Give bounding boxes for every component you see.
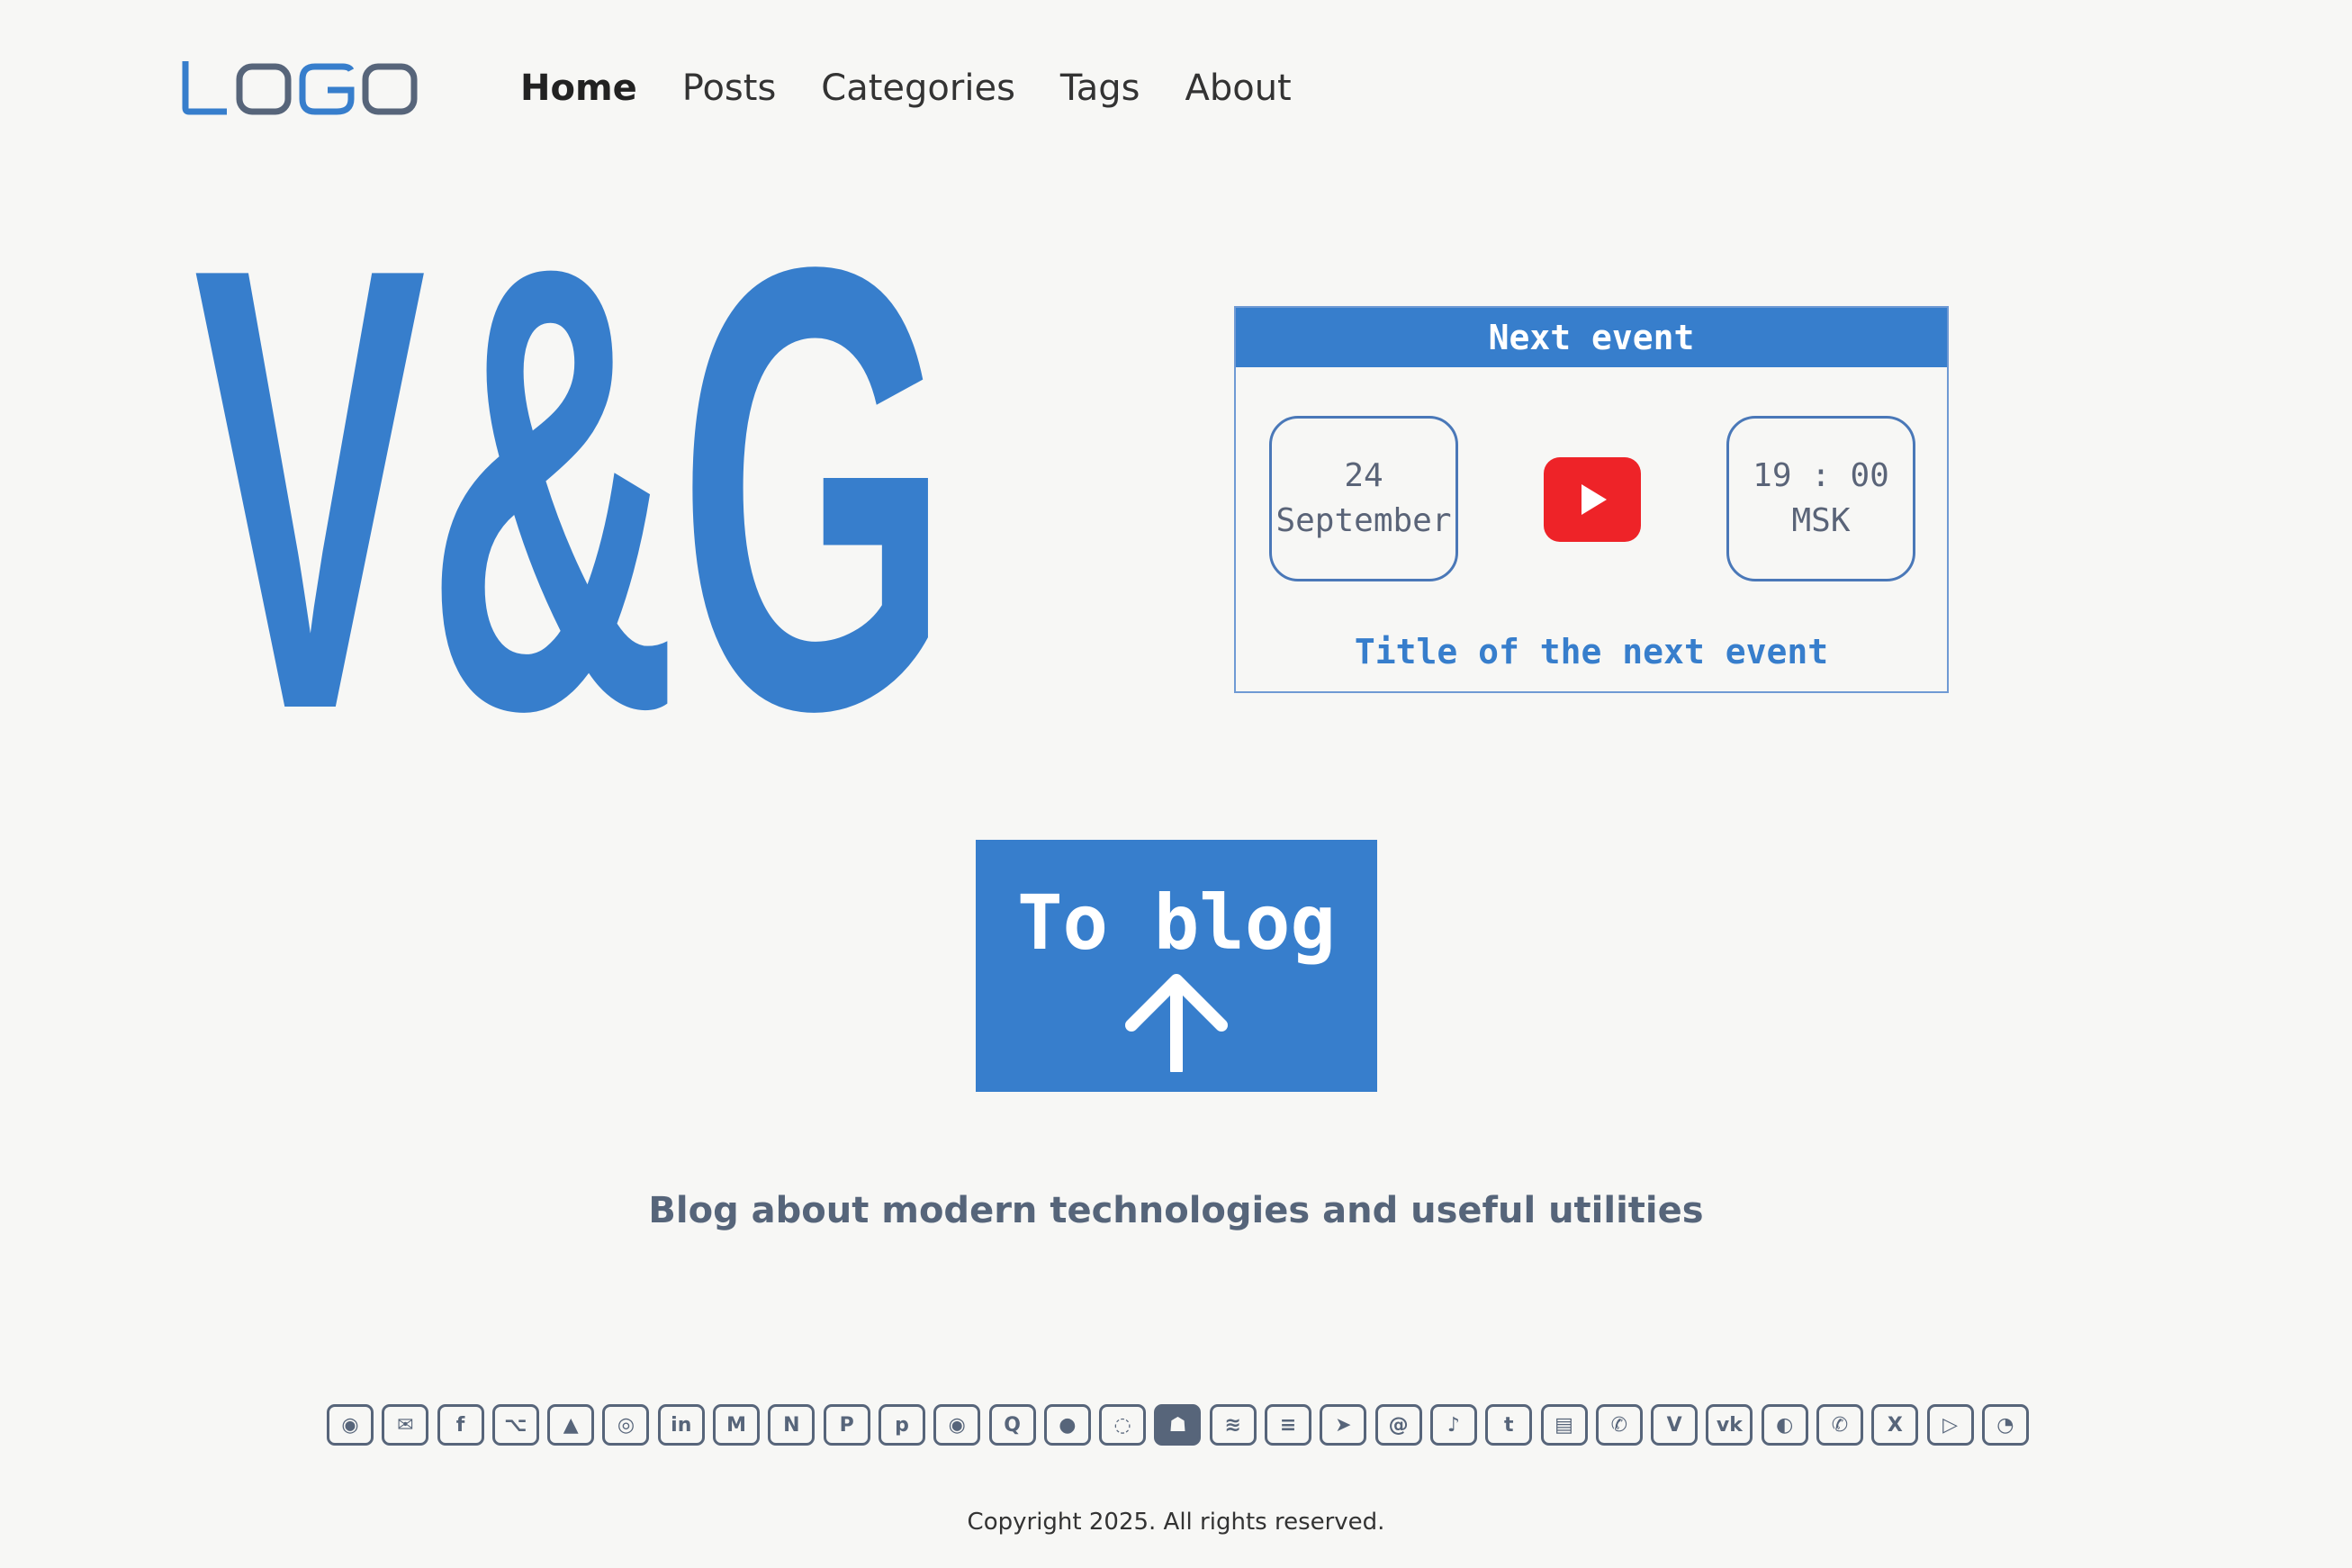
whatsapp-icon[interactable]: ✆ [1816,1404,1864,1446]
event-title[interactable]: Title of the next event [1236,632,1947,671]
medium-icon[interactable]: M [713,1404,761,1446]
podcasts-icon[interactable]: ◉ [933,1404,981,1446]
vk-icon[interactable]: vk [1706,1404,1753,1446]
notion-icon[interactable]: N [768,1404,816,1446]
quora-icon[interactable]: Q [988,1404,1036,1446]
viber-icon[interactable]: ✆ [1595,1404,1643,1446]
event-date: 24 September [1269,416,1458,581]
tumblr-icon[interactable]: t [1485,1404,1533,1446]
snapchat-icon[interactable]: ☗ [1154,1404,1202,1446]
pinterest-icon[interactable]: p [878,1404,925,1446]
telegram-icon[interactable]: ➤ [1320,1404,1367,1446]
paypal-icon[interactable]: P [823,1404,870,1446]
threads-icon[interactable]: @ [1374,1404,1422,1446]
event-heading: Next event [1236,308,1947,367]
linkedin-icon[interactable]: in [657,1404,705,1446]
event-day: 24 [1344,457,1383,494]
wechat-icon[interactable]: ◐ [1761,1404,1808,1446]
email-icon[interactable]: ✉ [382,1404,429,1446]
signal-icon[interactable]: ◌ [1099,1404,1147,1446]
discord-icon[interactable]: ◉ [327,1404,374,1446]
main-nav: Home Posts Categories Tags About [520,61,1337,115]
arrow-up-icon [1125,974,1228,1072]
youtube-icon[interactable] [1544,457,1641,542]
logo[interactable] [180,58,421,115]
tagline: Blog about modern technologies and usefu… [648,1190,1704,1231]
copyright: Copyright 2025. All rights reserved. [967,1509,1385,1536]
facebook-icon[interactable]: f [437,1404,484,1446]
hero-title-text: V&G [194,216,950,729]
youtube-icon[interactable]: ▷ [1926,1404,1974,1446]
vimeo-icon[interactable]: V [1651,1404,1699,1446]
nav-posts[interactable]: Posts [682,61,777,115]
next-event-card: Next event 24 September 19 : 00 MSK Titl… [1234,306,1949,693]
nav-about[interactable]: About [1185,61,1291,115]
github-icon[interactable]: ⌥ [491,1404,539,1446]
event-time: 19 : 00 MSK [1726,416,1915,581]
nav-tags[interactable]: Tags [1060,61,1140,115]
reddit-icon[interactable]: ● [1043,1404,1091,1446]
twitch-icon[interactable]: ▤ [1540,1404,1588,1446]
to-blog-button[interactable]: To blog [976,840,1377,1092]
event-month: September [1275,502,1452,539]
tiktok-icon[interactable]: ♪ [1429,1404,1477,1446]
rss-icon[interactable]: ◔ [1981,1404,2029,1446]
instagram-icon[interactable]: ◎ [602,1404,650,1446]
event-timezone: MSK [1791,502,1851,539]
spotify-icon[interactable]: ≋ [1209,1404,1257,1446]
arc-icon[interactable]: ▲ [547,1404,595,1446]
hero-title: V&G [194,216,950,729]
nav-home[interactable]: Home [520,61,637,115]
social-links: ◉ ✉ f ⌥ ▲ ◎ in M N Pp ◉ Q ● ◌ ☗ ≋ ≡ ➤ @ ♪ t ▤ ✆ Vvk ◐ ✆ X ▷ ◔ [327,1404,2029,1446]
substack-icon[interactable]: ≡ [1265,1404,1312,1446]
nav-categories[interactable]: Categories [821,61,1015,115]
x-icon[interactable]: X [1871,1404,1919,1446]
event-time-value: 19 : 00 [1753,457,1889,494]
to-blog-label: To blog [1016,879,1336,967]
